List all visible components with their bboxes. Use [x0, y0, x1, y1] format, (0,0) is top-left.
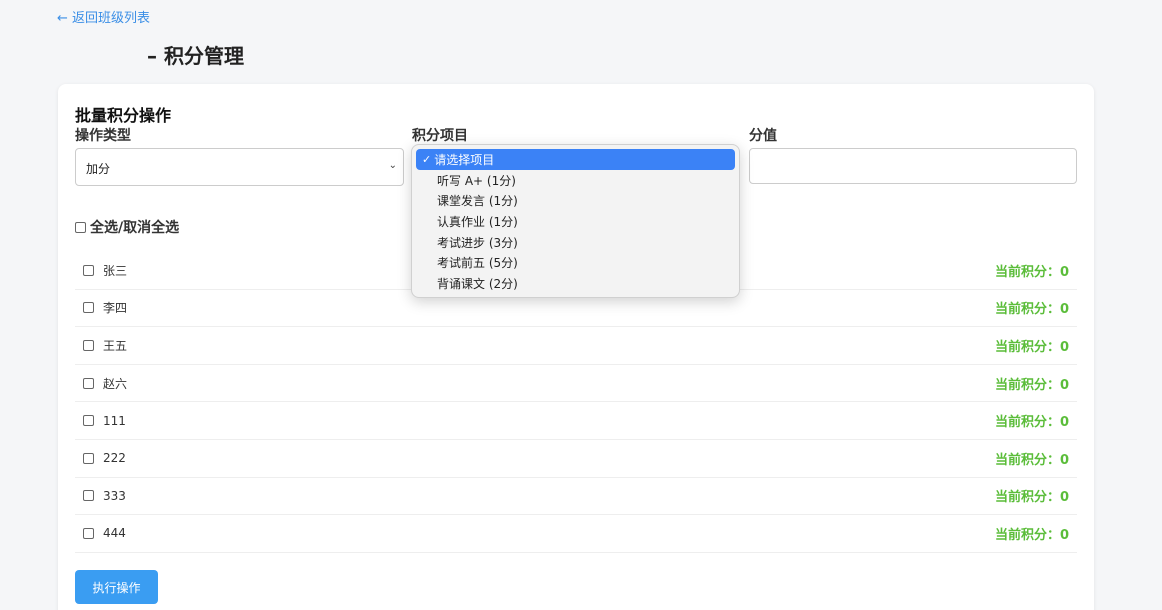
student-score: 当前积分：0 [994, 339, 1069, 355]
student-checkbox[interactable] [83, 490, 94, 502]
dropdown-option[interactable]: 认真作业 (1分) [416, 211, 735, 232]
dropdown-option[interactable]: 背诵课文 (2分) [416, 273, 735, 294]
dropdown-option-label: 考试进步 (3分) [437, 235, 518, 250]
student-name: 张三 [103, 263, 128, 278]
operation-type-label: 操作类型 [75, 128, 131, 144]
student-name: 王五 [103, 338, 128, 353]
operation-type-select[interactable]: 加分 ⌄ [75, 148, 404, 186]
student-info: 111 [83, 414, 126, 428]
dropdown-option[interactable]: 考试进步 (3分) [416, 232, 735, 253]
score-item-label: 积分项目 [412, 128, 468, 144]
student-row[interactable]: 111 当前积分：0 [75, 402, 1077, 440]
dropdown-option[interactable]: 听写 A+ (1分) [416, 170, 735, 191]
student-info: 赵六 [83, 375, 127, 392]
student-row[interactable]: 333 当前积分：0 [75, 478, 1077, 516]
student-name: 444 [103, 526, 126, 541]
page-title: – 积分管理 [147, 44, 244, 68]
student-checkbox[interactable] [83, 527, 94, 539]
student-score: 当前积分：0 [994, 264, 1069, 280]
dropdown-option-label: 背诵课文 (2分) [437, 276, 518, 291]
checkmark-icon: ✓ [422, 152, 432, 166]
score-value-label: 分值 [749, 128, 777, 144]
back-to-class-list-link[interactable]: ← 返回班级列表 [57, 7, 150, 26]
dropdown-option-label: 听写 A+ (1分) [437, 173, 516, 188]
execute-button[interactable]: 执行操作 [75, 570, 158, 604]
operation-type-value: 加分 [86, 162, 111, 176]
select-all-label: 全选/取消全选 [90, 220, 180, 236]
student-name: 李四 [103, 301, 128, 316]
student-score: 当前积分：0 [994, 490, 1069, 506]
student-info: 张三 [83, 262, 127, 279]
student-info: 333 [83, 489, 126, 503]
student-checkbox[interactable] [83, 452, 94, 464]
dropdown-option-label: 请选择项目 [434, 152, 495, 167]
student-name: 333 [103, 488, 126, 503]
student-row[interactable]: 王五 当前积分：0 [75, 327, 1077, 365]
student-info: 李四 [83, 299, 127, 316]
student-checkbox[interactable] [83, 415, 94, 427]
student-score: 当前积分：0 [994, 452, 1069, 468]
student-row[interactable]: 444 当前积分：0 [75, 515, 1077, 553]
student-checkbox[interactable] [83, 339, 94, 351]
student-info: 222 [83, 451, 126, 465]
score-item-dropdown[interactable]: ✓ 请选择项目听写 A+ (1分) 课堂发言 (1分) 认真作业 (1分) 考试进步 (… [411, 144, 740, 298]
dropdown-option-label: 课堂发言 (1分) [437, 194, 518, 209]
select-all-checkbox[interactable] [75, 221, 86, 233]
student-name: 赵六 [103, 376, 128, 391]
dropdown-option[interactable]: ✓ 请选择项目 [416, 149, 735, 170]
student-score: 当前积分：0 [994, 415, 1069, 431]
student-row[interactable]: 赵六 当前积分：0 [75, 365, 1077, 403]
student-name: 111 [103, 413, 126, 428]
student-info: 王五 [83, 337, 127, 354]
dropdown-option[interactable]: 考试前五 (5分) [416, 252, 735, 273]
dropdown-option-label: 认真作业 (1分) [437, 214, 518, 229]
student-row[interactable]: 222 当前积分：0 [75, 440, 1077, 478]
student-info: 444 [83, 526, 126, 540]
student-score: 当前积分：0 [994, 377, 1069, 393]
select-all-toggle[interactable]: 全选/取消全选 [75, 217, 179, 237]
score-value-input[interactable] [749, 148, 1077, 184]
dropdown-option-label: 考试前五 (5分) [437, 256, 518, 271]
student-score: 当前积分：0 [994, 527, 1069, 543]
student-checkbox[interactable] [83, 264, 94, 276]
section-title: 批量积分操作 [75, 106, 172, 125]
student-score: 当前积分：0 [994, 302, 1069, 318]
chevron-down-icon: ⌄ [388, 160, 397, 171]
dropdown-option[interactable]: 课堂发言 (1分) [416, 190, 735, 211]
student-checkbox[interactable] [83, 377, 94, 389]
student-name: 222 [103, 451, 126, 466]
student-checkbox[interactable] [83, 302, 94, 314]
